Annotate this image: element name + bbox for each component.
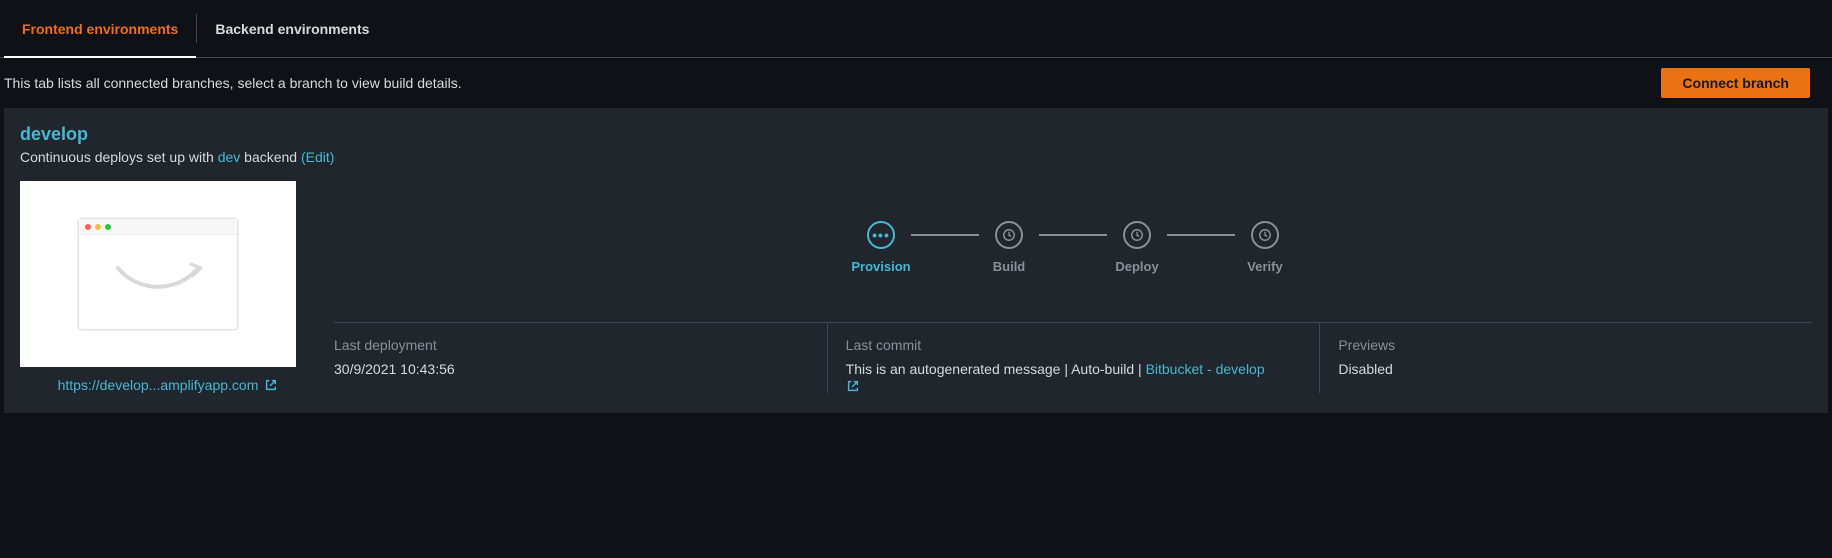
stage-deploy[interactable]: Deploy <box>1107 221 1167 274</box>
stage-provision-label: Provision <box>851 259 910 274</box>
connector <box>1167 234 1235 236</box>
amazon-smile-icon <box>113 258 203 298</box>
subtitle-prefix: Continuous deploys set up with <box>20 149 218 165</box>
environment-tabs: Frontend environments Backend environmen… <box>0 0 1832 58</box>
connector <box>1039 234 1107 236</box>
stage-verify-label: Verify <box>1247 259 1282 274</box>
tab-description: This tab lists all connected branches, s… <box>4 75 462 91</box>
last-commit-source-link[interactable]: Bitbucket - develop <box>1146 361 1265 377</box>
branch-subtitle: Continuous deploys set up with dev backe… <box>20 149 1812 165</box>
external-link-icon[interactable] <box>846 379 860 393</box>
tab-backend-environments[interactable]: Backend environments <box>197 0 387 57</box>
stage-build-label: Build <box>993 259 1026 274</box>
subtitle-suffix: backend <box>240 149 301 165</box>
edit-backend-link[interactable]: (Edit) <box>301 149 334 165</box>
stage-provision[interactable]: ••• Provision <box>851 221 911 274</box>
app-url-link[interactable]: https://develop...amplifyapp.com <box>20 367 316 393</box>
previews-label: Previews <box>1338 337 1794 353</box>
connector <box>911 234 979 236</box>
external-link-icon <box>264 378 278 392</box>
toolbar: This tab lists all connected branches, s… <box>0 58 1832 108</box>
backend-name-link[interactable]: dev <box>218 149 241 165</box>
tab-frontend-environments[interactable]: Frontend environments <box>4 0 196 57</box>
app-screenshot-thumbnail[interactable] <box>20 181 296 367</box>
clock-icon <box>1002 228 1016 242</box>
branch-details: ••• Provision Build Deploy <box>316 181 1812 393</box>
stage-build[interactable]: Build <box>979 221 1039 274</box>
branch-name-link[interactable]: develop <box>20 124 1812 145</box>
branch-content: https://develop...amplifyapp.com ••• Pro… <box>20 181 1812 393</box>
last-commit-text: This is an autogenerated message | Auto-… <box>846 361 1146 377</box>
last-commit-value: This is an autogenerated message | Auto-… <box>846 361 1302 393</box>
branch-card: develop Continuous deploys set up with d… <box>4 108 1828 413</box>
app-url-text: https://develop...amplifyapp.com <box>58 377 259 393</box>
last-commit-cell: Last commit This is an autogenerated mes… <box>827 323 1320 393</box>
last-deployment-value: 30/9/2021 10:43:56 <box>334 361 809 377</box>
last-deployment-label: Last deployment <box>334 337 809 353</box>
connect-branch-button[interactable]: Connect branch <box>1661 68 1810 98</box>
in-progress-icon: ••• <box>872 228 890 242</box>
preview-column: https://develop...amplifyapp.com <box>20 181 316 393</box>
previews-cell: Previews Disabled <box>1319 323 1812 393</box>
last-commit-label: Last commit <box>846 337 1302 353</box>
last-deployment-cell: Last deployment 30/9/2021 10:43:56 <box>334 323 827 393</box>
previews-value: Disabled <box>1338 361 1794 377</box>
clock-icon <box>1130 228 1144 242</box>
stage-verify[interactable]: Verify <box>1235 221 1295 274</box>
deployment-info: Last deployment 30/9/2021 10:43:56 Last … <box>334 322 1812 393</box>
browser-mock-icon <box>78 218 238 330</box>
pipeline-stages: ••• Provision Build Deploy <box>334 181 1812 314</box>
stage-deploy-label: Deploy <box>1115 259 1158 274</box>
clock-icon <box>1258 228 1272 242</box>
